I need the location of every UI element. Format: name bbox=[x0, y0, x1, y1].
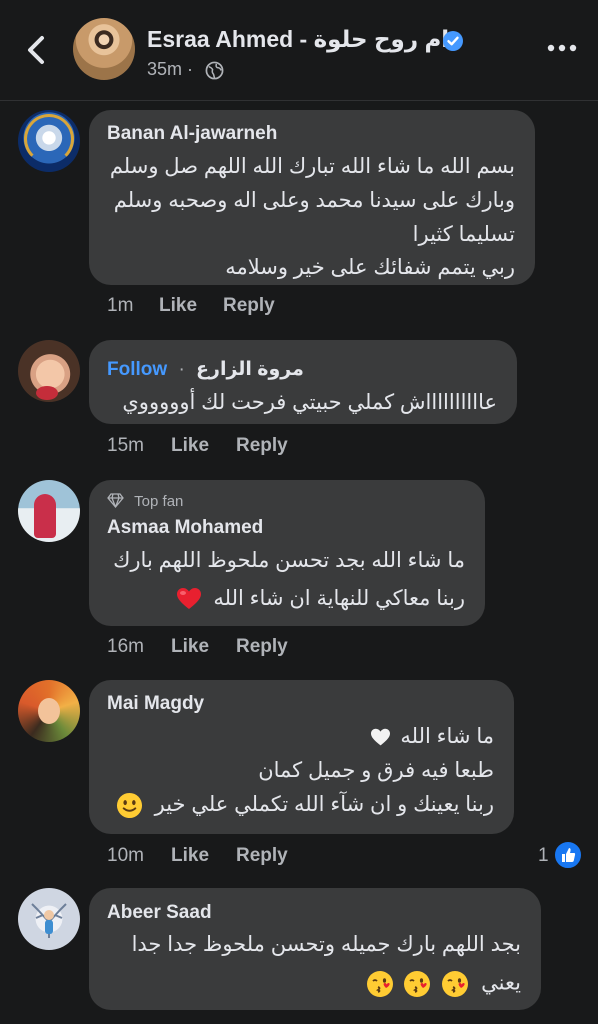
globe-icon bbox=[205, 61, 224, 80]
like-reaction-badge bbox=[553, 840, 583, 870]
commenter-name[interactable]: Banan Al-jawarneh bbox=[107, 123, 277, 145]
comment-bubble[interactable]: Top fan Asmaa Mohamed ما شاء الله بجد تح… bbox=[89, 480, 485, 626]
comment-time[interactable]: 1m bbox=[107, 295, 133, 317]
like-button[interactable]: Like bbox=[159, 295, 197, 317]
comment-text-line-with-emoji: ربنا يعينك و ان شآء الله تكملي علي خير bbox=[116, 792, 494, 819]
comment-bubble[interactable]: Follow · مروة الزارع عااااااااااش كملي ح… bbox=[89, 340, 517, 424]
comment-text-line-with-emoji: يعني bbox=[366, 970, 521, 998]
like-button[interactable]: Like bbox=[171, 435, 209, 457]
comment-text-line: عااااااااااش كملي حبيتي فرحت لك أوووووي bbox=[122, 391, 497, 414]
post-author-name[interactable]: Esraa Ahmed - ام روح حلوة bbox=[147, 26, 449, 53]
comment-text-line: بجد اللهم بارك جميله وتحسن ملحوظ جدا جدا bbox=[131, 933, 521, 956]
reply-button[interactable]: Reply bbox=[236, 636, 288, 658]
slightly-smiling-face-emoji bbox=[116, 792, 142, 819]
comment-text-line-with-emoji: ربنا معاكي للنهاية ان شاء الله bbox=[176, 586, 465, 611]
commenter-name[interactable]: Mai Magdy bbox=[107, 693, 204, 715]
top-fan-badge: Top fan bbox=[107, 493, 183, 510]
comment-bubble[interactable]: Banan Al-jawarneh بسم الله ما شاء الله ت… bbox=[89, 110, 535, 285]
comment-text-line: ما شاء الله بجد تحسن ملحوظ اللهم بارك bbox=[113, 549, 465, 572]
diamond-icon bbox=[107, 493, 124, 509]
back-chevron-icon[interactable] bbox=[20, 32, 52, 68]
thumbs-up-icon bbox=[562, 848, 576, 862]
commenter-name[interactable]: Asmaa Mohamed bbox=[107, 517, 263, 539]
comment-author-row: Follow · مروة الزارع bbox=[107, 359, 304, 380]
verified-badge-icon bbox=[443, 31, 463, 51]
comment-bubble[interactable]: Abeer Saad بجد اللهم بارك جميله وتحسن مل… bbox=[89, 888, 541, 1010]
comment-text-line: وبارك على سيدنا محمد وعلى اله وصحبه وسلم bbox=[113, 189, 515, 212]
follow-button[interactable]: Follow bbox=[107, 359, 167, 380]
header-divider bbox=[0, 100, 598, 101]
post-author-avatar[interactable] bbox=[73, 18, 135, 80]
comment-time[interactable]: 16m bbox=[107, 636, 144, 658]
reply-button[interactable]: Reply bbox=[236, 435, 288, 457]
post-header: Esraa Ahmed - ام روح حلوة 35m · bbox=[0, 0, 598, 100]
more-options-icon[interactable] bbox=[546, 40, 578, 56]
comment-bubble[interactable]: Mai Magdy ما شاء الله طبعا فيه فرق و جمي… bbox=[89, 680, 514, 834]
kiss-emoji-group bbox=[366, 971, 470, 997]
reply-button[interactable]: Reply bbox=[236, 845, 288, 867]
comment-time[interactable]: 10m bbox=[107, 845, 144, 867]
face-blowing-kiss-emoji bbox=[404, 971, 431, 997]
face-blowing-kiss-emoji bbox=[366, 971, 393, 997]
comment-text-line: طبعا فيه فرق و جميل كمان bbox=[258, 759, 494, 782]
white-heart-emoji bbox=[370, 728, 390, 746]
commenter-name[interactable]: مروة الزارع bbox=[196, 359, 304, 380]
comment-text-line-with-emoji: ما شاء الله bbox=[370, 724, 494, 749]
comment-text-line: ربي يتمم شفائك على خير وسلامه bbox=[225, 256, 515, 279]
comment-time[interactable]: 15m bbox=[107, 435, 144, 457]
avatar-illustration bbox=[31, 903, 67, 938]
face-blowing-kiss-emoji bbox=[442, 971, 469, 997]
commenter-avatar[interactable] bbox=[18, 340, 80, 402]
commenter-avatar[interactable] bbox=[18, 680, 80, 742]
reply-button[interactable]: Reply bbox=[223, 295, 275, 317]
like-button[interactable]: Like bbox=[171, 636, 209, 658]
commenter-avatar[interactable] bbox=[18, 480, 80, 542]
comment-text-line: تسليما كثيرا bbox=[412, 223, 515, 246]
comment-text-line: بسم الله ما شاء الله تبارك الله اللهم صل… bbox=[109, 155, 515, 178]
commenter-avatar[interactable] bbox=[18, 110, 80, 172]
red-heart-emoji bbox=[176, 588, 201, 610]
reaction-count: 1 bbox=[538, 845, 549, 866]
commenter-name[interactable]: Abeer Saad bbox=[107, 902, 212, 924]
commenter-avatar[interactable] bbox=[18, 888, 80, 950]
post-time[interactable]: 35m · bbox=[147, 59, 193, 80]
like-button[interactable]: Like bbox=[171, 845, 209, 867]
